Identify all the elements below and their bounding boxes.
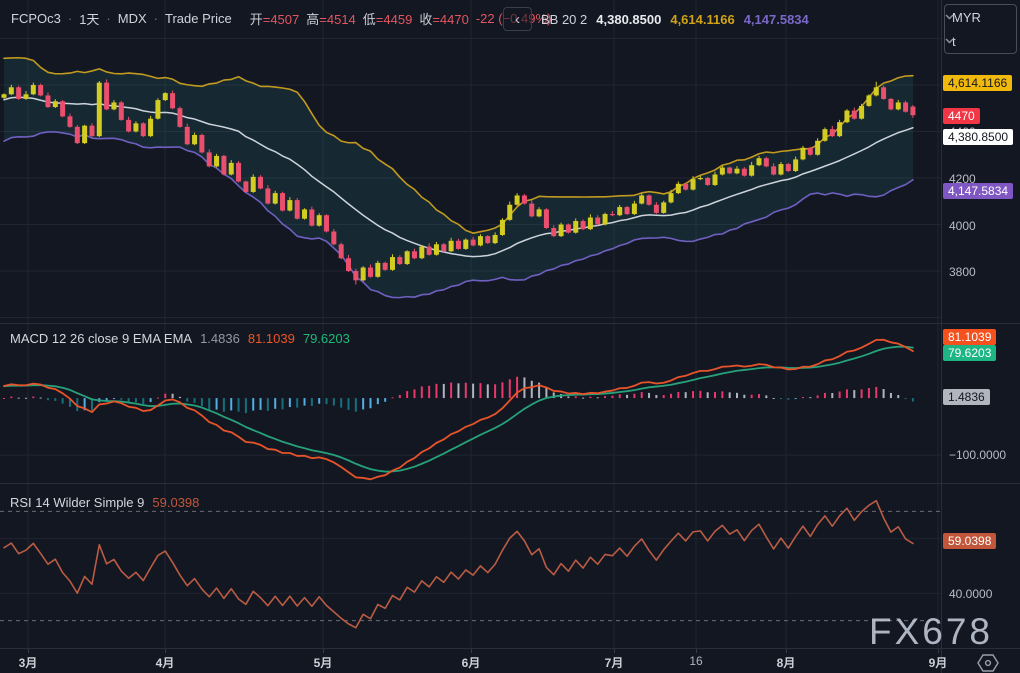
time-axis-label: 16 xyxy=(689,654,703,668)
close-value: 4470 xyxy=(439,11,469,27)
bb-title[interactable]: BB 20 2 xyxy=(541,12,587,27)
back-button[interactable]: ‹ xyxy=(503,7,532,31)
fx678-logo-icon[interactable] xyxy=(977,653,999,673)
scale-tick-label: 40.0000 xyxy=(949,587,993,602)
high-value: 4514 xyxy=(326,11,356,27)
close-group: 收=4470 xyxy=(419,9,469,28)
pane-separator-main-macd[interactable] xyxy=(0,323,1020,324)
open-group: 开=4507 xyxy=(250,9,300,28)
time-axis-tick xyxy=(471,649,472,653)
macd-hist-value: 1.4836 xyxy=(200,331,240,346)
time-axis-tick xyxy=(786,649,787,653)
time-axis-label: 8月 xyxy=(776,656,796,670)
low-group: 低=4459 xyxy=(363,9,413,28)
bb-upper-value: 4,614.1166 xyxy=(670,11,735,27)
time-axis-label: 4月 xyxy=(155,656,175,670)
bb-indicator-header: ‹ BB 20 2 4,380.8500 4,614.1166 4,147.58… xyxy=(503,7,809,31)
high-label: 高 xyxy=(306,11,320,27)
time-axis-label: 7月 xyxy=(604,656,624,670)
macd-line-value: 81.1039 xyxy=(247,331,295,346)
macd-signal-value: 79.6203 xyxy=(302,331,350,346)
rsi-title[interactable]: RSI 14 Wilder Simple 9 xyxy=(10,495,144,510)
separator-dot: · xyxy=(153,10,158,26)
trading-chart-app: 46004400420040003800−100.000040.00004,61… xyxy=(0,0,1020,673)
axis-unit-selector: MYR t xyxy=(944,4,1017,54)
equals-sign: = xyxy=(432,11,440,27)
exchange-label: MDX xyxy=(117,10,147,26)
price-badge: 4,380.8500 xyxy=(943,128,1014,145)
price-type-label: Trade Price xyxy=(165,10,232,26)
macd-indicator-header: MACD 12 26 close 9 EMA EMA 1.4836 81.103… xyxy=(10,331,350,346)
main-price-pane[interactable] xyxy=(0,0,941,323)
fx678-watermark: FX678 xyxy=(869,611,994,652)
equals-sign: = xyxy=(319,11,327,27)
price-badge: 4,614.1166 xyxy=(943,74,1013,91)
open-value: 4507 xyxy=(270,11,300,27)
time-axis-tick xyxy=(28,649,29,653)
price-badge: 81.1039 xyxy=(943,328,997,345)
currency-select[interactable]: MYR xyxy=(945,6,1016,28)
price-badge: 4,147.5834 xyxy=(943,183,1014,200)
bb-lower-value: 4,147.5834 xyxy=(743,11,809,27)
time-axis-label: 5月 xyxy=(313,656,333,670)
low-value: 4459 xyxy=(383,11,413,27)
time-axis-label: 6月 xyxy=(461,656,481,670)
currency-value: MYR xyxy=(952,9,981,25)
high-group: 高=4514 xyxy=(306,9,356,28)
macd-pane[interactable] xyxy=(0,324,941,483)
separator-dot: · xyxy=(67,10,73,26)
time-axis-label: 3月 xyxy=(18,656,38,670)
scale-tick-label: 4000 xyxy=(949,218,976,233)
chevron-left-icon: ‹ xyxy=(515,10,520,28)
price-badge: 59.0398 xyxy=(943,533,997,550)
price-badge: 79.6203 xyxy=(943,344,997,361)
scale-tick-label: −100.0000 xyxy=(949,448,1007,463)
interval-label[interactable]: 1天 xyxy=(79,9,99,28)
scale-tick-label: 3800 xyxy=(949,265,976,280)
close-label: 收 xyxy=(419,11,433,27)
rsi-indicator-header: RSI 14 Wilder Simple 9 59.0398 xyxy=(10,495,199,510)
separator-dot: · xyxy=(106,10,111,26)
price-badge: 1.4836 xyxy=(943,389,990,406)
symbol-header: FCPOc3 · 1天 · MDX · Trade Price 开=4507 高… xyxy=(0,0,551,36)
time-axis[interactable]: 3月 4月 5月 6月 7月 16 8月 9月 xyxy=(0,649,1020,673)
time-axis-tick xyxy=(696,649,697,653)
time-axis-tick xyxy=(323,649,324,653)
chevron-down-icon xyxy=(945,38,954,44)
rsi-value: 59.0398 xyxy=(152,495,200,510)
time-axis-tick xyxy=(165,649,166,653)
time-axis-tick xyxy=(614,649,615,653)
bb-basis-value: 4,380.8500 xyxy=(596,11,662,27)
pane-separator-macd-rsi[interactable] xyxy=(0,483,1020,484)
unit-select[interactable]: t xyxy=(945,30,1016,52)
price-scale[interactable]: 46004400420040003800−100.000040.00004,61… xyxy=(942,0,1020,673)
symbol-name[interactable]: FCPOc3 xyxy=(11,11,61,26)
chevron-down-icon xyxy=(945,14,954,20)
low-label: 低 xyxy=(362,11,376,27)
open-label: 开 xyxy=(249,11,263,27)
price-badge: 4470 xyxy=(943,108,980,125)
time-axis-label: 9月 xyxy=(928,656,948,670)
macd-title[interactable]: MACD 12 26 close 9 EMA EMA xyxy=(10,331,192,346)
